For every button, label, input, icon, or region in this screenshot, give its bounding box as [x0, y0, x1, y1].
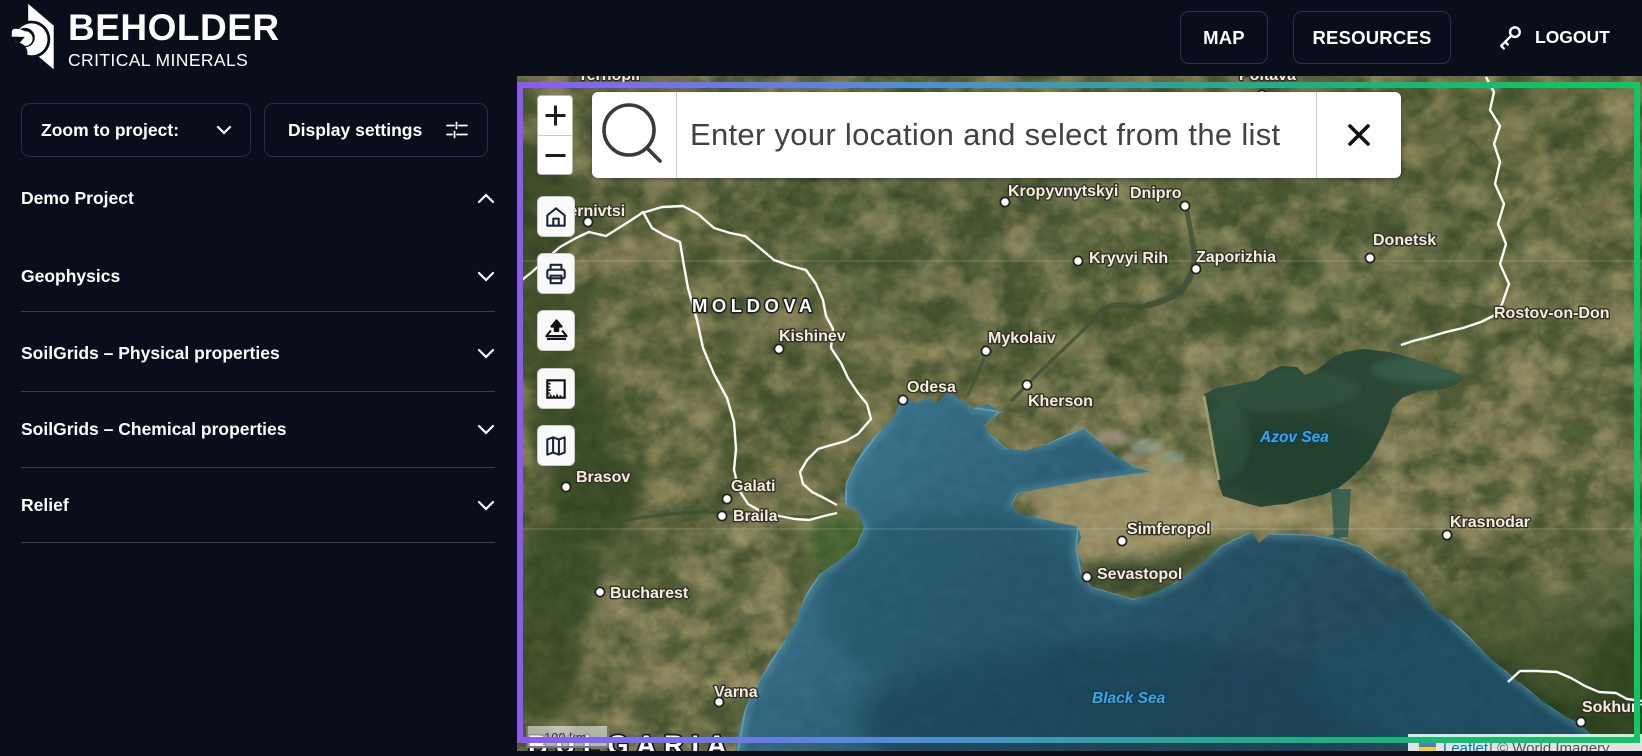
svg-text:Sokhumi: Sokhumi — [1582, 699, 1642, 716]
svg-text:Donetsk: Donetsk — [1373, 232, 1436, 249]
svg-text:Bucharest: Bucharest — [610, 585, 689, 602]
svg-text:Zaporizhia: Zaporizhia — [1196, 249, 1276, 266]
svg-text:Galati: Galati — [731, 478, 775, 495]
svg-text:MOLDOVA: MOLDOVA — [692, 295, 817, 316]
svg-text:Mykolaiv: Mykolaiv — [988, 330, 1056, 347]
svg-text:Kropyvnytskyi: Kropyvnytskyi — [1008, 183, 1118, 200]
svg-text:Sevastopol: Sevastopol — [1097, 566, 1182, 583]
svg-text:| © World Imagery: | © World Imagery — [1489, 740, 1610, 751]
svg-text:Leaflet: Leaflet — [1443, 740, 1489, 751]
svg-text:Dnipro: Dnipro — [1130, 185, 1182, 202]
svg-text:Poltava: Poltava — [1239, 76, 1296, 84]
svg-text:100 km: 100 km — [544, 730, 587, 745]
svg-text:Simferopol: Simferopol — [1127, 521, 1211, 538]
svg-text:Black Sea: Black Sea — [1092, 690, 1166, 707]
svg-text:Kishinev: Kishinev — [779, 328, 846, 345]
svg-text:Kherson: Kherson — [1028, 393, 1093, 410]
svg-text:Azov Sea: Azov Sea — [1259, 429, 1329, 446]
svg-text:Kryvyi Rih: Kryvyi Rih — [1089, 250, 1168, 267]
svg-text:Ternopil: Ternopil — [578, 76, 640, 84]
svg-text:Brasov: Brasov — [576, 469, 630, 486]
svg-text:Odesa: Odesa — [907, 379, 956, 396]
svg-text:Krasnodar: Krasnodar — [1450, 514, 1530, 531]
svg-text:Braila: Braila — [733, 508, 778, 525]
svg-text:Rostov-on-Don: Rostov-on-Don — [1494, 305, 1610, 322]
